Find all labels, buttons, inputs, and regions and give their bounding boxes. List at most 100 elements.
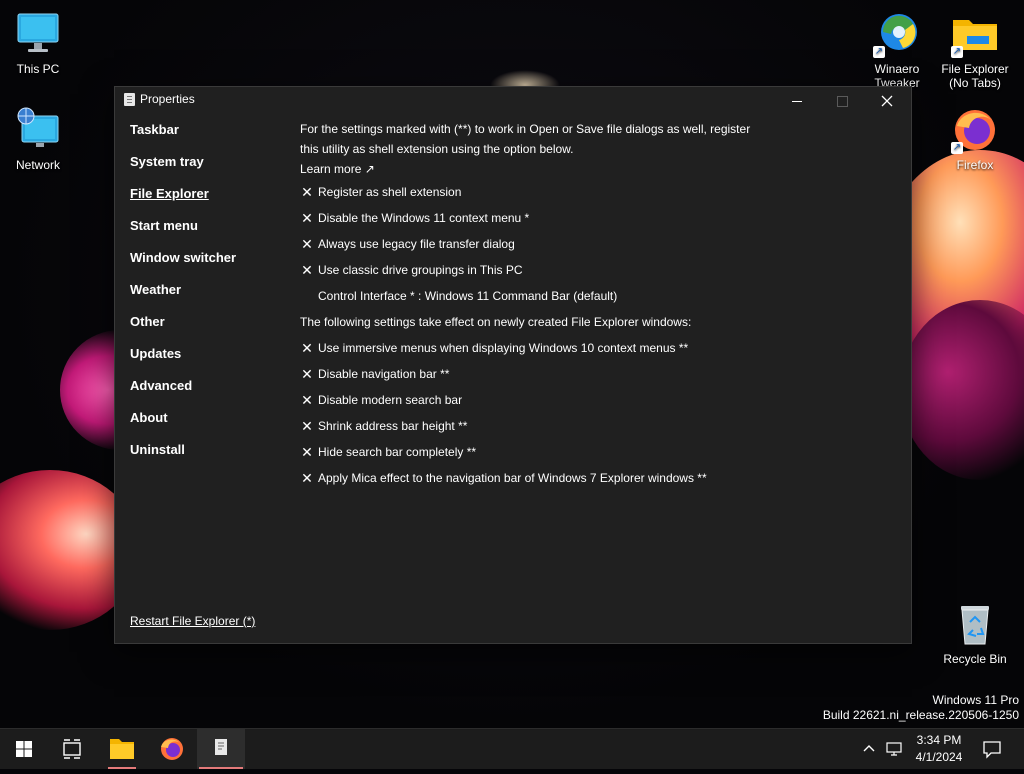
sidebar-item-taskbar[interactable]: Taskbar xyxy=(130,123,290,155)
maximize-icon xyxy=(836,95,848,107)
setting-label: Control Interface * : Windows 11 Command… xyxy=(318,289,618,303)
window-title: Properties xyxy=(140,92,195,106)
firefox-icon xyxy=(161,738,183,760)
setting-label: Shrink address bar height ** xyxy=(318,419,468,433)
network-status-button[interactable] xyxy=(886,741,902,756)
section-heading: The following settings take effect on ne… xyxy=(300,315,692,329)
sidebar-item-about[interactable]: About xyxy=(130,411,290,443)
taskbar-firefox[interactable] xyxy=(148,729,196,769)
taskbar-properties-app[interactable] xyxy=(197,729,245,769)
close-icon xyxy=(881,95,893,107)
notification-center-button[interactable] xyxy=(982,739,1002,759)
setting-label: Apply Mica effect to the navigation bar … xyxy=(318,471,707,485)
unchecked-x-icon: ✕ xyxy=(301,418,313,434)
unchecked-x-icon: ✕ xyxy=(301,366,313,382)
unchecked-x-icon: ✕ xyxy=(301,444,313,460)
chevron-up-icon xyxy=(863,745,875,752)
firefox-icon: ↗ xyxy=(951,106,999,154)
desktop-icon-recycle-bin[interactable]: Recycle Bin xyxy=(937,600,1013,666)
minimize-button[interactable] xyxy=(774,87,820,113)
winaero-tweaker-icon: ↗ xyxy=(873,10,921,58)
start-button[interactable] xyxy=(0,729,48,769)
notification-icon xyxy=(983,741,1001,759)
setting-legacy-file-transfer-dialog[interactable]: ✕ Always use legacy file transfer dialog xyxy=(300,231,800,257)
window-titlebar[interactable]: Properties xyxy=(115,87,911,113)
show-hidden-icons-button[interactable] xyxy=(862,741,876,758)
desktop-icon-winaero-tweaker[interactable]: ↗ Winaero Tweaker xyxy=(859,10,935,90)
minimize-icon xyxy=(792,100,802,102)
desktop-icon-label: This PC xyxy=(16,62,60,76)
sidebar-item-weather[interactable]: Weather xyxy=(130,283,290,315)
desktop-icon-network[interactable]: Network xyxy=(0,106,76,172)
sidebar-item-system-tray[interactable]: System tray xyxy=(130,155,290,187)
setting-shrink-address-bar[interactable]: ✕ Shrink address bar height ** xyxy=(300,413,800,439)
task-view-button[interactable] xyxy=(48,729,96,769)
sidebar-item-uninstall[interactable]: Uninstall xyxy=(130,443,290,475)
network-tray-icon xyxy=(886,742,902,756)
desktop-icon-label: Network xyxy=(15,158,60,172)
sidebar-item-advanced[interactable]: Advanced xyxy=(130,379,290,411)
unchecked-x-icon: ✕ xyxy=(301,262,313,278)
setting-mica-effect[interactable]: ✕ Apply Mica effect to the navigation ba… xyxy=(300,465,800,491)
setting-classic-drive-groupings[interactable]: ✕ Use classic drive groupings in This PC xyxy=(300,257,800,283)
setting-label: Hide search bar completely ** xyxy=(318,445,477,459)
windows-logo-icon xyxy=(16,741,32,757)
intro-text: For the settings marked with (**) to wor… xyxy=(300,122,751,156)
setting-disable-navigation-bar[interactable]: ✕ Disable navigation bar ** xyxy=(300,361,800,387)
clock-date: 4/1/2024 xyxy=(915,750,963,764)
watermark-build: Build 22621.ni_release.220506-1250 xyxy=(822,708,1019,722)
monitor-icon xyxy=(14,10,62,58)
watermark-edition: Windows 11 Pro xyxy=(932,693,1019,707)
desktop-icon-firefox[interactable]: ↗ Firefox xyxy=(937,106,1013,172)
unchecked-x-icon: ✕ xyxy=(301,340,313,356)
desktop-icon-this-pc[interactable]: This PC xyxy=(0,10,76,76)
clock-time: 3:34 PM xyxy=(916,733,962,747)
setting-disable-win11-context-menu[interactable]: ✕ Disable the Windows 11 context menu * xyxy=(300,205,800,231)
maximize-button[interactable] xyxy=(819,87,865,113)
setting-label: Disable modern search bar xyxy=(318,393,463,407)
desktop-icon-label: Recycle Bin xyxy=(943,652,1007,666)
windows-build-watermark: Windows 11 Pro Build 22621.ni_release.22… xyxy=(823,693,1019,723)
setting-label: Register as shell extension xyxy=(318,185,462,199)
setting-hide-search-bar[interactable]: ✕ Hide search bar completely ** xyxy=(300,439,800,465)
setting-register-shell-extension[interactable]: ✕ Register as shell extension xyxy=(300,179,800,205)
app-icon xyxy=(215,739,227,755)
setting-label: Disable the Windows 11 context menu * xyxy=(318,211,530,225)
taskbar-clock[interactable]: 3:34 PM 4/1/2024 xyxy=(908,732,970,766)
sidebar-item-window-switcher[interactable]: Window switcher xyxy=(130,251,290,283)
close-button[interactable] xyxy=(864,87,910,113)
shortcut-arrow-icon: ↗ xyxy=(951,46,963,58)
folder-icon: ↗ xyxy=(951,10,999,58)
unchecked-x-icon: ✕ xyxy=(301,236,313,252)
sidebar-item-start-menu[interactable]: Start menu xyxy=(130,219,290,251)
sidebar-nav: Taskbar System tray File Explorer Start … xyxy=(130,123,290,475)
unchecked-x-icon: ✕ xyxy=(301,210,313,226)
learn-more-link[interactable]: Learn more ↗ xyxy=(300,159,800,179)
desktop-icon-file-explorer-no-tabs[interactable]: ↗ File Explorer (No Tabs) xyxy=(937,10,1013,90)
sidebar-item-other[interactable]: Other xyxy=(130,315,290,347)
network-icon xyxy=(14,106,62,154)
taskbar-file-explorer[interactable] xyxy=(98,729,146,769)
shortcut-arrow-icon: ↗ xyxy=(951,142,963,154)
properties-window: Properties Taskbar System tray File Expl… xyxy=(114,86,912,644)
recycle-bin-icon xyxy=(951,600,999,648)
unchecked-x-icon: ✕ xyxy=(301,184,313,200)
app-icon xyxy=(124,93,135,106)
sidebar-item-file-explorer[interactable]: File Explorer xyxy=(130,187,290,219)
folder-icon xyxy=(110,739,134,759)
setting-disable-modern-search-bar[interactable]: ✕ Disable modern search bar xyxy=(300,387,800,413)
desktop-icon-label: Firefox xyxy=(956,158,994,172)
restart-file-explorer-link[interactable]: Restart File Explorer (*) xyxy=(130,614,255,628)
setting-label: Use immersive menus when displaying Wind… xyxy=(318,341,689,355)
taskbar: 3:34 PM 4/1/2024 xyxy=(0,728,1024,769)
setting-label: Use classic drive groupings in This PC xyxy=(318,263,523,277)
setting-control-interface-selector[interactable]: Control Interface * : Windows 11 Command… xyxy=(300,283,800,309)
setting-label: Disable navigation bar ** xyxy=(318,367,450,381)
task-view-icon xyxy=(63,739,81,759)
unchecked-x-icon: ✕ xyxy=(301,470,313,486)
sidebar-item-updates[interactable]: Updates xyxy=(130,347,290,379)
setting-label: Always use legacy file transfer dialog xyxy=(318,237,515,251)
shortcut-arrow-icon: ↗ xyxy=(873,46,885,58)
setting-immersive-menus[interactable]: ✕ Use immersive menus when displaying Wi… xyxy=(300,335,800,361)
settings-content: For the settings marked with (**) to wor… xyxy=(300,119,800,491)
